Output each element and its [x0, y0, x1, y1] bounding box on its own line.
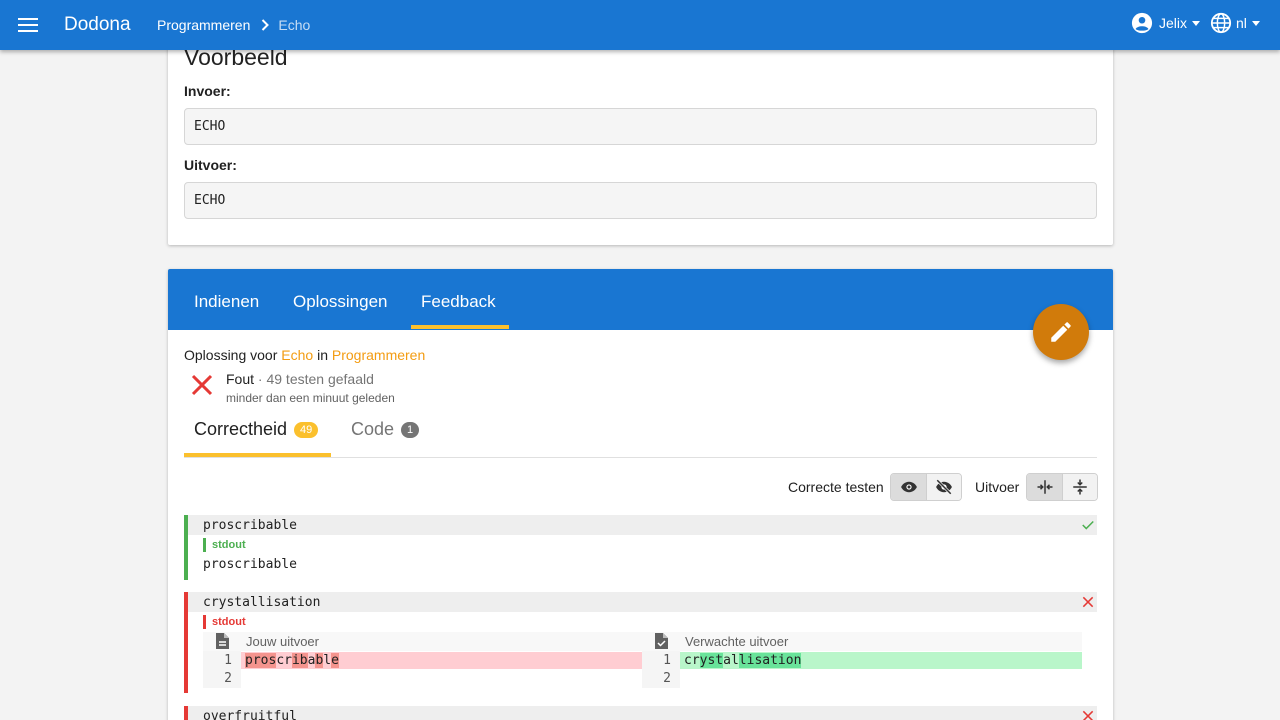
test-case: crystallisation stdout Jouw uitvoer 1 2 … — [184, 592, 1097, 693]
hide-correct-button[interactable] — [926, 474, 961, 500]
submission-in: in — [317, 347, 328, 363]
channel-label: stdout — [203, 615, 246, 629]
caret-down-icon — [1192, 20, 1201, 26]
eye-icon — [900, 478, 918, 496]
edit-button[interactable] — [1033, 304, 1089, 360]
status-text: Fout — [226, 371, 255, 387]
chevron-right-icon — [261, 19, 270, 31]
diff-actual-line: proscribable — [241, 652, 643, 669]
subtab-code-label: Code — [351, 419, 395, 439]
exercise-link[interactable]: Echo — [281, 347, 313, 363]
diff-actual: Jouw uitvoer 1 2 proscribable — [203, 632, 643, 688]
tab-feedback[interactable]: Feedback — [421, 292, 496, 312]
pencil-icon — [1048, 319, 1074, 345]
correct-tests-label: Correcte testen — [788, 479, 884, 495]
subtab-divider — [184, 457, 1097, 458]
globe-icon — [1210, 12, 1232, 34]
subtab-correctness-label: Correctheid — [194, 419, 288, 439]
subtab-code[interactable]: Code 1 — [351, 419, 420, 440]
diff-expected: Verwachte uitvoer 1 2 crystallisation — [642, 632, 1082, 688]
test-input-text: crystallisation — [203, 595, 321, 610]
unified-view-button[interactable] — [1062, 474, 1097, 500]
account-circle-icon — [1131, 12, 1153, 34]
example-output: ECHO — [184, 182, 1097, 219]
file-document-icon — [215, 633, 229, 652]
active-tab-indicator — [411, 325, 509, 329]
diff-expected-header: Verwachte uitvoer — [642, 632, 1082, 651]
line-number: 2 — [663, 671, 671, 686]
line-number: 2 — [224, 671, 232, 686]
diff-actual-header: Jouw uitvoer — [203, 632, 643, 651]
submission-prefix: Oplossing voor — [184, 347, 278, 363]
show-correct-button[interactable] — [891, 474, 926, 500]
close-icon — [1081, 595, 1095, 613]
tab-solutions[interactable]: Oplossingen — [293, 292, 388, 312]
submission-status: Fout · 49 testen gefaald — [226, 371, 374, 387]
line-number: 1 — [224, 653, 232, 668]
close-icon — [190, 373, 214, 397]
tab-bar: Indienen Oplossingen Feedback — [168, 269, 1113, 330]
example-input: ECHO — [184, 108, 1097, 145]
test-input: overfruitful — [188, 706, 1097, 720]
diff-expected-line: crystallisation — [680, 652, 1082, 669]
close-icon — [1081, 709, 1095, 720]
line-numbers: 1 2 — [203, 651, 241, 688]
line-numbers: 1 2 — [642, 651, 680, 688]
split-vertical-icon — [1071, 478, 1089, 496]
status-separator: · — [257, 371, 263, 387]
test-output: proscribable — [203, 557, 297, 572]
channel-label: stdout — [203, 538, 246, 552]
language-menu[interactable]: nl — [1210, 12, 1260, 34]
test-input: proscribable — [188, 515, 1097, 535]
test-input-text: overfruitful — [203, 709, 297, 720]
split-view-button[interactable] — [1027, 474, 1062, 500]
example-card: Voorbeeld Invoer: ECHO Uitvoer: ECHO — [168, 30, 1113, 245]
line-number: 1 — [663, 653, 671, 668]
submission-info: Oplossing voor Echo in Programmeren — [184, 347, 425, 363]
breadcrumb-exercise: Echo — [278, 17, 311, 33]
brand-link[interactable]: Dodona — [64, 14, 131, 36]
course-link[interactable]: Programmeren — [332, 347, 425, 363]
breadcrumb: Programmeren Echo — [157, 17, 310, 33]
diff-actual-label: Jouw uitvoer — [246, 634, 319, 649]
output-mode-toggle — [1026, 473, 1098, 501]
test-case: proscribable stdout proscribable — [184, 515, 1097, 580]
file-check-icon — [654, 633, 668, 652]
user-name: Jelix — [1159, 15, 1188, 31]
diff-expected-label: Verwachte uitvoer — [685, 634, 789, 649]
test-input: crystallisation — [188, 592, 1097, 612]
check-icon — [1081, 518, 1095, 536]
submission-time: minder dan een minuut geleden — [226, 391, 395, 405]
user-menu[interactable]: Jelix — [1131, 12, 1201, 34]
top-app-bar: Dodona Programmeren Echo Jelix nl — [0, 0, 1280, 50]
breadcrumb-course[interactable]: Programmeren — [157, 17, 250, 33]
tab-submit[interactable]: Indienen — [194, 292, 259, 312]
caret-down-icon — [1251, 20, 1260, 26]
subtab-correctness[interactable]: Correctheid 49 — [194, 419, 319, 440]
correctness-badge: 49 — [294, 421, 319, 438]
test-input-text: proscribable — [203, 518, 297, 533]
eye-off-icon — [935, 478, 953, 496]
active-subtab-indicator — [184, 453, 331, 457]
output-label: Uitvoer: — [184, 157, 237, 173]
status-detail: 49 testen gefaald — [266, 371, 374, 387]
menu-icon[interactable] — [16, 13, 40, 37]
output-diff: Jouw uitvoer 1 2 proscribable Verwachte … — [203, 632, 1082, 688]
submission-card: Indienen Oplossingen Feedback Oplossing … — [168, 269, 1113, 720]
language-code: nl — [1236, 15, 1247, 31]
code-badge: 1 — [401, 421, 420, 438]
correct-tests-toggle — [890, 473, 962, 501]
output-mode-label: Uitvoer — [975, 479, 1020, 495]
split-horizontal-icon — [1036, 478, 1054, 496]
input-label: Invoer: — [184, 83, 231, 99]
test-case: overfruitful — [184, 706, 1097, 720]
